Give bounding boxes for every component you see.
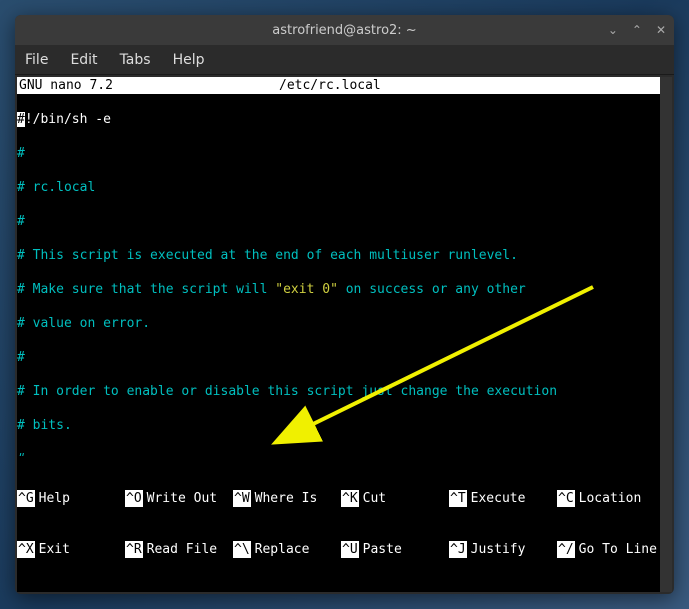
nano-filename: /etc/rc.local [279,77,670,94]
scroll-thumb[interactable] [660,77,672,592]
footer-row-1: ^GHelp ^OWrite Out ^WWhere Is ^KCut ^TEx… [17,490,660,507]
nano-header: GNU nano 7.2 /etc/rc.local [17,77,672,94]
shortcut-key: ^X [17,541,35,558]
shortcut-key: ^G [17,490,35,507]
nano-version: GNU nano 7.2 [19,77,279,94]
menu-help[interactable]: Help [173,52,205,68]
shortcut-key: ^J [449,541,467,558]
shortcut-key: ^K [341,490,359,507]
scrollbar[interactable] [660,77,672,592]
menu-tabs[interactable]: Tabs [120,52,151,68]
shortcut-key: ^/ [557,541,575,558]
shortcut-key: ^U [341,541,359,558]
shortcut-key: ^O [125,490,143,507]
close-icon[interactable]: ✕ [656,23,666,37]
menu-edit[interactable]: Edit [70,52,97,68]
shortcut-key: ^R [125,541,143,558]
terminal-area[interactable]: GNU nano 7.2 /etc/rc.local #!/bin/sh -e … [17,77,672,592]
window-controls: ⌄ ⌃ ✕ [608,23,666,37]
menubar: File Edit Tabs Help [15,45,674,75]
titlebar[interactable]: astrofriend@astro2: ~ ⌄ ⌃ ✕ [15,15,674,45]
nano-footer: ^GHelp ^OWrite Out ^WWhere Is ^KCut ^TEx… [17,456,660,592]
shortcut-key: ^T [449,490,467,507]
shortcut-key: ^C [557,490,575,507]
maximize-icon[interactable]: ⌃ [632,23,642,37]
menu-file[interactable]: File [25,52,48,68]
footer-row-2: ^XExit ^RRead File ^\Replace ^UPaste ^JJ… [17,541,660,558]
shortcut-key: ^W [233,490,251,507]
terminal-window: astrofriend@astro2: ~ ⌄ ⌃ ✕ File Edit Ta… [15,15,674,594]
window-title: astrofriend@astro2: ~ [272,23,416,38]
shortcut-key: ^\ [233,541,251,558]
minimize-icon[interactable]: ⌄ [608,23,618,37]
